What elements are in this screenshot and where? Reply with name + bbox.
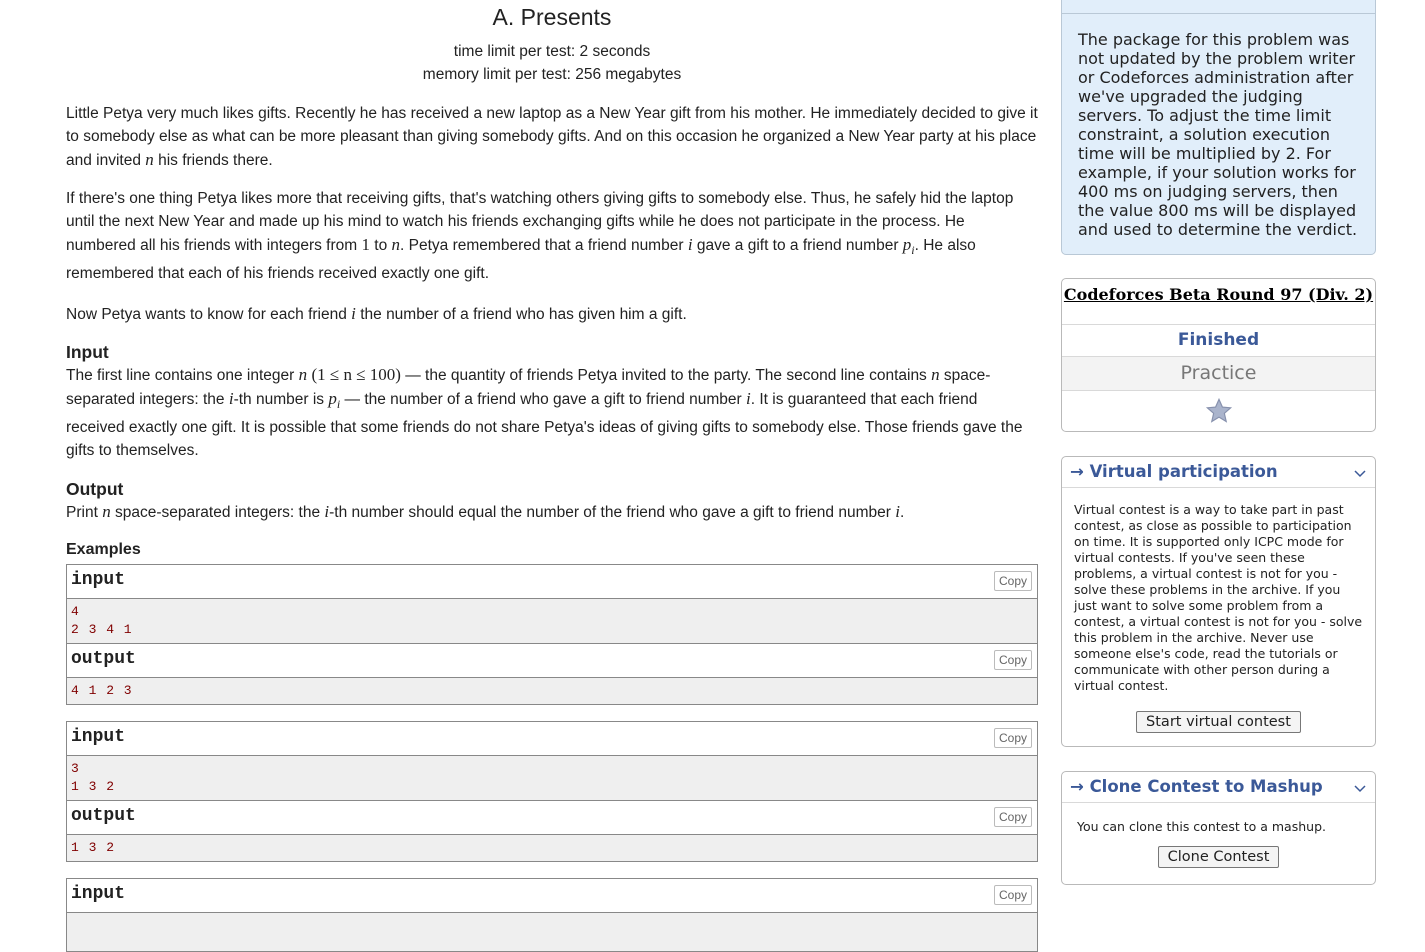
virtual-participation-header[interactable]: → Virtual participation xyxy=(1062,457,1375,488)
attention-text: The package for this problem was not upd… xyxy=(1078,30,1358,239)
sample-input-content[interactable]: 3 1 3 2 xyxy=(67,756,1037,801)
clone-contest-box: → Clone Contest to Mashup You can clone … xyxy=(1061,771,1376,885)
attention-header xyxy=(1062,0,1375,14)
time-limit: time limit per test: 2 seconds xyxy=(453,43,651,60)
problem-statement: A. Presents time limit per test: 2 secon… xyxy=(66,0,1038,952)
sample-input-label: input xyxy=(71,884,126,905)
legend-paragraph-1: Little Petya very much likes gifts. Rece… xyxy=(66,105,1038,169)
input-specification: The first line contains one integer n (1… xyxy=(66,365,1023,460)
output-specification: Print n space-separated integers: the i-… xyxy=(66,502,905,522)
sample-output-header: output Copy xyxy=(67,643,1037,679)
examples-title: Examples xyxy=(66,541,141,559)
copy-input-button[interactable]: Copy xyxy=(993,728,1032,749)
sample-output-label: output xyxy=(71,649,136,670)
virtual-participation-box: → Virtual participation Virtual contest … xyxy=(1061,456,1376,747)
sample-output-header: output Copy xyxy=(67,800,1037,836)
sample-test-1: input Copy 4 2 3 4 1 output Copy 4 1 2 3 xyxy=(66,564,1038,706)
sample-test-3: input Copy xyxy=(66,878,1038,952)
start-virtual-contest-button[interactable]: Start virtual contest xyxy=(1136,711,1301,733)
sample-input-header: input Copy xyxy=(67,565,1037,600)
virtual-participation-text: Virtual contest is a way to take part in… xyxy=(1074,502,1363,693)
sample-test-2: input Copy 3 1 3 2 output Copy 1 3 2 xyxy=(66,721,1038,863)
input-section-title: Input xyxy=(66,342,109,363)
contest-info-box: Codeforces Beta Round 97 (Div. 2) Finish… xyxy=(1061,278,1376,432)
clone-contest-text: You can clone this contest to a mashup. xyxy=(1077,819,1326,834)
legend-paragraph-2: If there's one thing Petya likes more th… xyxy=(66,190,1014,283)
clone-contest-button[interactable]: Clone Contest xyxy=(1157,846,1280,868)
copy-output-button[interactable]: Copy xyxy=(993,650,1032,671)
sample-input-label: input xyxy=(71,727,126,748)
contest-mode: Practice xyxy=(1062,357,1375,391)
problem-limits: time limit per test: 2 seconds memory li… xyxy=(66,40,1038,86)
contest-status: Finished xyxy=(1062,325,1375,357)
sample-output-content[interactable]: 4 1 2 3 xyxy=(67,678,1037,705)
virtual-participation-title: → Virtual participation xyxy=(1070,462,1278,481)
copy-output-button[interactable]: Copy xyxy=(993,807,1032,828)
copy-input-button[interactable]: Copy xyxy=(993,885,1032,906)
attention-box: The package for this problem was not upd… xyxy=(1061,0,1376,255)
memory-limit: memory limit per test: 256 megabytes xyxy=(422,66,682,83)
favourite-star-icon[interactable] xyxy=(1062,391,1375,431)
contest-name-link[interactable]: Codeforces Beta Round 97 (Div. 2) xyxy=(1062,279,1375,325)
sample-input-content[interactable]: 4 2 3 4 1 xyxy=(67,599,1037,644)
chevron-down-icon[interactable] xyxy=(1353,457,1367,487)
sample-input-label: input xyxy=(71,570,126,591)
chevron-down-icon[interactable] xyxy=(1353,772,1367,802)
problem-title: A. Presents xyxy=(492,4,612,30)
sample-input-content[interactable] xyxy=(67,913,1037,952)
output-section-title: Output xyxy=(66,479,124,500)
sample-output-content[interactable]: 1 3 2 xyxy=(67,835,1037,862)
legend-paragraph-3: Now Petya wants to know for each friend … xyxy=(66,304,687,324)
sample-output-label: output xyxy=(71,806,136,827)
clone-contest-title: → Clone Contest to Mashup xyxy=(1070,777,1323,796)
sample-input-header: input Copy xyxy=(67,879,1037,914)
clone-contest-header[interactable]: → Clone Contest to Mashup xyxy=(1062,772,1375,803)
copy-input-button[interactable]: Copy xyxy=(993,571,1032,592)
sample-input-header: input Copy xyxy=(67,722,1037,757)
